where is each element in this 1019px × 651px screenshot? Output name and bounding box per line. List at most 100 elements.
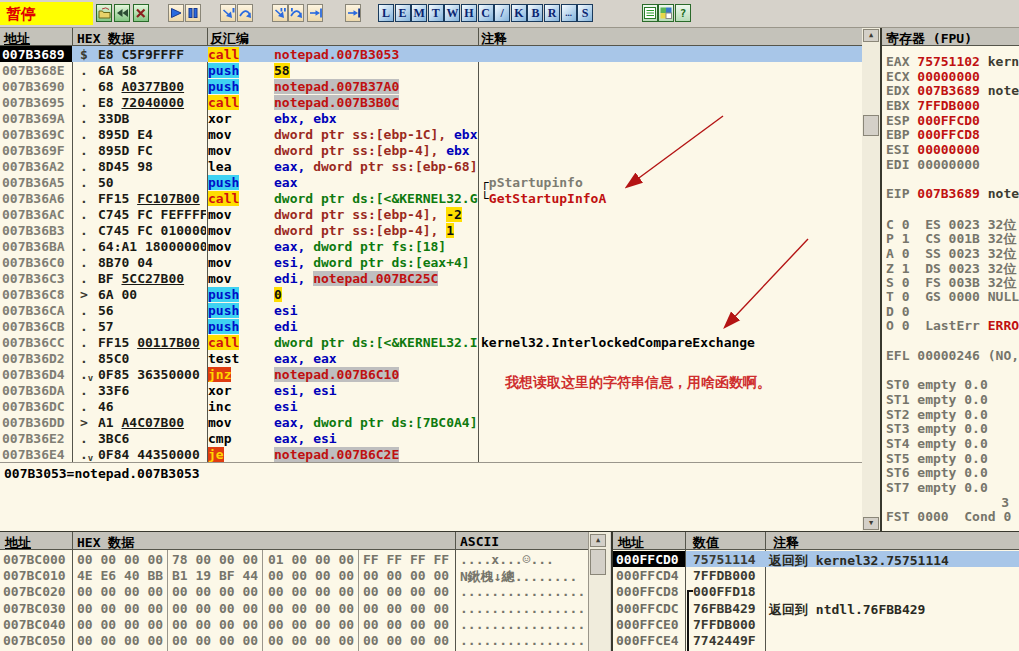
register-line[interactable]: ST3 empty 0.0 [886,421,1019,436]
help-icon[interactable]: ? [675,4,691,22]
register-line[interactable] [886,362,1019,377]
stack-row[interactable]: 000FFCE47742449F [613,632,1019,648]
step-over-icon[interactable] [237,4,253,22]
trace-over-icon[interactable] [288,4,304,22]
register-line[interactable]: ST0 empty 0.0 [886,377,1019,392]
stack-row[interactable]: 000FFCDC76FBB429返回到 ntdll.76FBB429 [613,600,1019,616]
disasm-row[interactable]: 007B36E2.3BC6cmpeax, esi [0,430,862,446]
disasm-row[interactable]: 007B36A5.50pusheax┌pStartupinfo [0,174,862,190]
register-line[interactable]: EFL 00000246 (NO,NB [886,348,1019,363]
disasm-row[interactable]: 007B3690.68 A0377B00pushnotepad.007B37A0 [0,78,862,94]
disasm-row[interactable]: 007B36CC.FF15 00117B00calldword ptr ds:[… [0,334,862,350]
stack-row[interactable]: 000FFCE07FFDB000 [613,616,1019,632]
register-line[interactable]: ST1 empty 0.0 [886,392,1019,407]
dump-scroll-thumb[interactable] [590,549,606,575]
toolbar-button-M[interactable]: M [411,4,427,22]
register-line[interactable]: S 0 FS 003B 32位 [886,274,1019,289]
register-line[interactable]: EBX 7FFDB000 [886,98,1019,113]
register-line[interactable]: ST5 empty 0.0 [886,451,1019,466]
register-line[interactable]: EIP 007B3689 notepad. [886,186,1019,201]
disasm-row[interactable]: 007B3695.E8 72040000callnotepad.007B3B0C [0,94,862,110]
register-line[interactable]: T 0 GS 0000 NULL [886,289,1019,304]
toolbar-button-dots[interactable]: ... [561,4,577,22]
toolbar-button-W[interactable]: W [444,4,460,22]
stack-row[interactable]: 000FFCD47FFDB000 [613,567,1019,583]
stack-row[interactable]: 000FFCD075751114返回到 kernel32.75751114 [613,551,1019,567]
register-line[interactable]: ESI 00000000 [886,142,1019,157]
stack-header-address[interactable]: 地址 [618,534,644,552]
disasm-row[interactable]: 007B36DD>A1 A4C07B00moveax, dword ptr ds… [0,414,862,430]
disasm-row[interactable]: 007B36AC.C745 FC FEFFFFFFmovdword ptr ss… [0,206,862,222]
toolbar-button-C[interactable]: C [478,4,494,22]
dump-row[interactable]: 007BC05000 00 00 0000 00 00 0000 00 00 0… [0,632,588,648]
dump-header-address[interactable]: 地址 [5,534,31,552]
dump-scrollbar[interactable]: ▲ [588,532,610,651]
register-line[interactable]: ST6 empty 0.0 [886,465,1019,480]
register-line[interactable]: A 0 SS 0023 32位 [886,245,1019,260]
close-icon[interactable] [133,4,149,22]
step-into-icon[interactable] [220,4,236,22]
disasm-row[interactable]: 007B36A2.8D45 98leaeax, dword ptr ss:[eb… [0,158,862,174]
colors-icon[interactable] [658,4,674,22]
stack-header-value[interactable]: 数值 [693,534,719,552]
dump-header-ascii[interactable]: ASCII [460,534,499,549]
register-line[interactable]: EDX 007B3689 notepad. [886,83,1019,98]
register-line[interactable]: 3 [886,495,1019,510]
register-line[interactable]: ST4 empty 0.0 [886,436,1019,451]
disasm-row[interactable]: 007B36E4.v0F84 44350000jenotepad.007B6C2… [0,446,862,462]
goto-icon[interactable] [345,4,361,22]
run-to-return-icon[interactable] [307,4,323,22]
toolbar-button-E[interactable]: E [395,4,411,22]
register-line[interactable]: ST7 empty 0.0 [886,480,1019,495]
disasm-row[interactable]: 007B368E.6A 58push58 [0,62,862,78]
register-line[interactable]: C 0 ES 0023 32位 [886,216,1019,231]
register-line[interactable]: O 0 LastErr ERROR_SU [886,318,1019,333]
dump-row[interactable]: 007BC0104E E6 40 BBB1 19 BF 4400 00 00 0… [0,567,588,583]
disasm-scroll-thumb[interactable] [863,115,879,136]
register-line[interactable]: D 0 [886,304,1019,319]
trace-into-icon[interactable] [272,4,288,22]
register-line[interactable] [886,333,1019,348]
disasm-row[interactable]: 007B3689$E8 C5F9FFFFcallnotepad.007B3053 [0,46,862,62]
dump-row[interactable]: 007BC00000 00 00 0078 00 00 0001 00 00 0… [0,551,588,567]
open-folder-icon[interactable] [96,4,112,22]
scroll-down-icon[interactable]: ▼ [863,517,879,530]
disasm-row[interactable]: 007B36CA.56pushesi [0,302,862,318]
disasm-row[interactable]: 007B36CB.57pushedi [0,318,862,334]
restart-icon[interactable] [114,4,130,22]
toolbar-button-L[interactable]: L [378,4,394,22]
toolbar-button-H[interactable]: H [461,4,477,22]
toolbar-button-K[interactable]: K [511,4,527,22]
pause-icon[interactable] [185,4,201,22]
disasm-row[interactable]: 007B369F.895D FCmovdword ptr ss:[ebp-4],… [0,142,862,158]
registers-title[interactable]: 寄存器 (FPU) [886,30,972,48]
stack-row[interactable]: 000FFCD8000FFD18 [613,583,1019,599]
dump-row[interactable]: 007BC03000 00 00 0000 00 00 0000 00 00 0… [0,600,588,616]
register-line[interactable]: FST 0000 Cond 0 0 0 [886,509,1019,524]
register-line[interactable]: ST2 empty 0.0 [886,407,1019,422]
dump-header-hex[interactable]: HEX 数据 [77,534,134,552]
toolbar-button-S[interactable]: S [577,4,593,22]
dump-row[interactable]: 007BC04000 00 00 0000 00 00 0000 00 00 0… [0,616,588,632]
disasm-row[interactable]: 007B369C.895D E4movdword ptr ss:[ebp-1C]… [0,126,862,142]
disasm-row[interactable]: 007B36C3.BF 5CC27B00movedi, notepad.007B… [0,270,862,286]
scroll-up-icon[interactable]: ▲ [863,29,879,42]
register-line[interactable] [886,201,1019,216]
list-icon[interactable] [642,4,658,22]
disasm-row[interactable]: 007B36D2.85C0testeax, eax [0,350,862,366]
disasm-row[interactable]: 007B36A6.FF15 FC107B00calldword ptr ds:[… [0,190,862,206]
toolbar-button-R[interactable]: R [544,4,560,22]
disasm-row[interactable]: 007B36C0.8B70 04movesi, dword ptr ds:[ea… [0,254,862,270]
register-line[interactable]: EBP 000FFCD8 [886,127,1019,142]
register-line[interactable] [886,172,1019,187]
disasm-scrollbar[interactable]: ▲ ▼ [862,28,880,531]
register-line[interactable]: ECX 00000000 [886,69,1019,84]
register-line[interactable]: EAX 75751102 kernel32 [886,54,1019,69]
disasm-row[interactable]: 007B36B3.C745 FC 01000000movdword ptr ss… [0,222,862,238]
disasm-row[interactable]: 007B36C8>6A 00push0 [0,286,862,302]
scroll-up-icon[interactable]: ▲ [590,534,606,547]
register-line[interactable]: Z 1 DS 0023 32位 [886,260,1019,275]
dump-row[interactable]: 007BC02000 00 00 0000 00 00 0000 00 00 0… [0,583,588,599]
disasm-row[interactable]: 007B36DC.46incesi [0,398,862,414]
toolbar-button-T[interactable]: T [428,4,444,22]
